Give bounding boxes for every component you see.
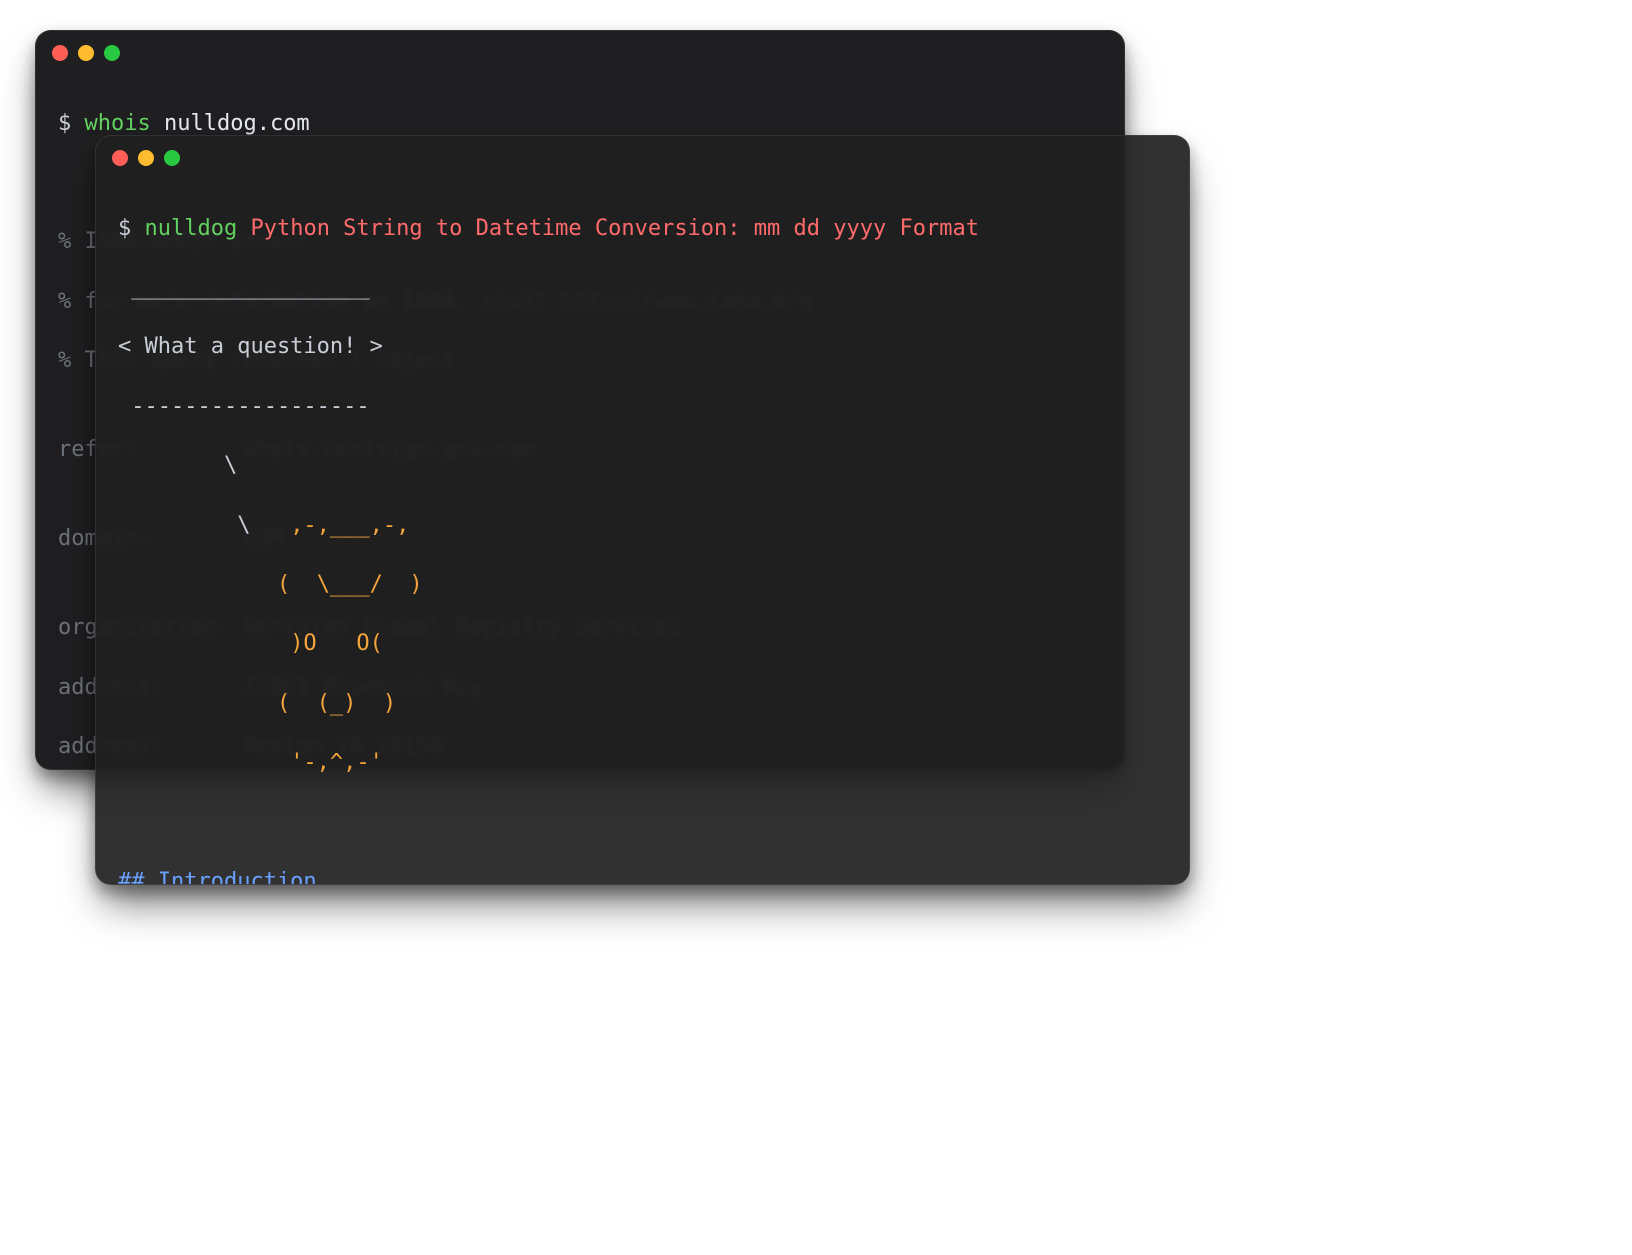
- command-name: whois: [85, 111, 151, 136]
- cowsay-art: [118, 750, 290, 775]
- cowsay-art: \: [118, 453, 237, 478]
- terminal-window-front: $ nulldog Python String to Datetime Conv…: [95, 135, 1190, 885]
- window-titlebar: [96, 136, 1189, 180]
- dog-icon: ( \___/ ): [277, 572, 423, 597]
- section-heading: ## Introduction: [118, 867, 1167, 885]
- prompt-symbol: $: [118, 216, 131, 241]
- speech-bubble-top: __________________: [118, 273, 1167, 303]
- speech-bubble-bottom: ------------------: [118, 392, 1167, 422]
- minimize-icon[interactable]: [78, 45, 94, 61]
- terminal-body-front: $ nulldog Python String to Datetime Conv…: [96, 180, 1189, 885]
- window-titlebar: [36, 31, 1124, 75]
- speech-bubble-text: < What a question! >: [118, 332, 1167, 362]
- zoom-icon[interactable]: [104, 45, 120, 61]
- cowsay-art: [118, 691, 277, 716]
- close-icon[interactable]: [52, 45, 68, 61]
- dog-icon: '-,^,-': [290, 750, 383, 775]
- cowsay-art: \: [118, 513, 290, 538]
- dog-icon: ,-,___,-,: [290, 513, 409, 538]
- command-name: nulldog: [145, 216, 238, 241]
- cowsay-art: [118, 631, 290, 656]
- command-arg: nulldog.com: [164, 111, 310, 136]
- prompt-symbol: $: [58, 111, 71, 136]
- minimize-icon[interactable]: [138, 150, 154, 166]
- dog-icon: )O O(: [290, 631, 383, 656]
- close-icon[interactable]: [112, 150, 128, 166]
- cowsay-art: [118, 572, 277, 597]
- dog-icon: ( (_) ): [277, 691, 396, 716]
- zoom-icon[interactable]: [164, 150, 180, 166]
- page-title: Python String to Datetime Conversion: mm…: [250, 216, 978, 241]
